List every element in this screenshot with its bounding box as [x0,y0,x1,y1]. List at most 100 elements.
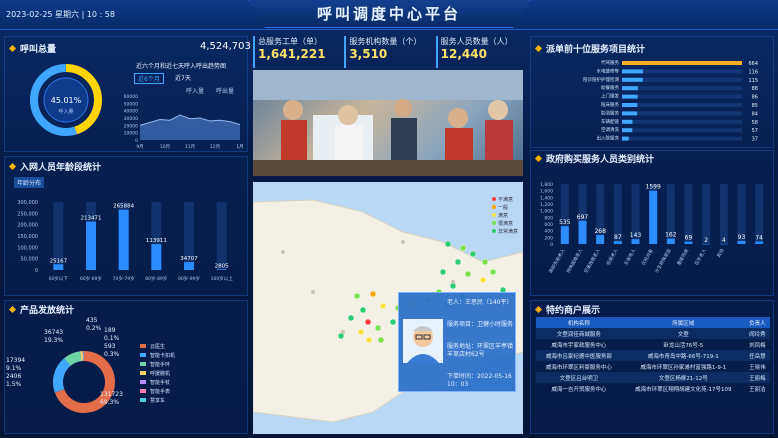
popup-address: 服务地址：环翠区羊亭镇羊草店村62号 [447,343,514,358]
table-cell: 威海市环翠区利豪服务中心 [545,364,612,371]
gov-ytick: 1,600 [540,189,553,195]
map-order-marker [449,282,457,290]
trend-xtick: 12月 [210,144,220,150]
age-ytick: 300,000 [17,200,38,206]
map-legend-dot [492,221,496,225]
gov-xtick: 高龄失能老人 [547,247,567,274]
pie-annotation: 17394 [6,357,25,364]
service-bar-bg [622,103,742,107]
map-order-marker [353,292,361,300]
gov-xtick: 空巢独居老人 [582,247,602,274]
table-row[interactable]: 威海市环翠区利豪服务中心 威海市环翠区孙家滩村富强路1-9-1 王晓伟 [536,361,770,372]
map-legend-item[interactable]: 不满意 [492,196,518,204]
gov-bar-label: 74 [755,235,763,242]
age-bar [216,269,227,270]
pie-legend-swatch [140,371,146,375]
service-bar-bg [622,128,742,133]
call-total-title: 呼叫总量 [10,42,56,55]
age-ytick: 50,000 [21,257,39,263]
map-legend-item[interactable]: 一般 [492,204,518,212]
age-ytick: 0 [35,268,38,274]
gov-bar [755,241,764,244]
product-pie: 3674319.3% 4350.2% 1890.1%5930.3% 173949.1%… [6,317,175,413]
table-cell: 威海一吉开贸服务中心 [551,386,607,393]
gov-xtick: 低保老人 [605,247,620,267]
gov-bar-label: 1599 [646,184,661,191]
service-value: 88 [752,86,758,92]
service-label: 出入院服务 [597,135,620,142]
pie-legend-label: 智能卡扣机 [150,352,175,359]
pie-legend-label: 呼援腕机 [150,370,170,377]
service-bar [622,69,643,74]
tab-seven-days[interactable]: 近7天 [172,73,194,82]
service-label: 车辆配速 [601,118,619,125]
map-order-marker [439,268,447,276]
gov-bar-label: 87 [614,234,622,241]
gov-bar-label: 93 [738,234,746,241]
pie-legend-swatch [140,362,146,366]
map-legend-item[interactable]: 满意 [492,212,518,220]
gov-ytick: 800 [544,215,553,221]
table-header-cell: 机构名称 [536,317,622,328]
pie-slice [64,351,82,367]
map-legend-label: 满意 [498,213,509,219]
age-tab[interactable]: 年龄分布 [14,177,45,188]
merchants-table: 机构名称 所属区域 负责人 文登润佳商城服务 文登 阎玲秀 威海市宇家政服务中心 卧龙山活76… [536,317,770,394]
merchants-table-wrap: 机构名称 所属区域 负责人 文登润佳商城服务 文登 阎玲秀 威海市宇家政服务中心 卧龙山活76… [536,317,770,394]
gov-bar [737,240,746,244]
table-cell: 文登 [621,328,745,339]
map-order-marker [377,336,385,344]
call-gauge-percent: 45.01% [50,96,82,105]
gov-ytick: 200 [544,235,553,241]
service-value: 115 [748,78,758,84]
table-row[interactable]: 威海一吉开贸服务中心 威海市环翠区翔翔胡建文化苑-17号109 王丽洁 [536,383,770,394]
age-xtick: 90岁-99岁 [178,275,200,282]
map-legend-dot [492,229,496,233]
table-row[interactable]: 文登润佳商城服务 文登 阎玲秀 [536,328,770,339]
age-bar [118,209,129,270]
map-legend-item[interactable]: 很满意 [492,220,518,228]
table-cell: 任岳慧 [744,350,770,361]
gov-bar-label: 268 [594,228,606,235]
gov-xtick: 重度残疾 [675,247,690,267]
order-popup[interactable]: 老人：王思民（140平） 服务项目：卫健小时服务 服务地址：环翠区羊亭镇羊草店村… [398,292,516,392]
table-row[interactable]: 威海市宇家政服务中心 卧龙山活76号-5 刘凤梅 [536,339,770,350]
table-cell: 王丽梅 [744,372,770,383]
service-label: 陪床服务 [601,101,619,108]
trend-ytick: 60000 [124,94,138,100]
table-cell: 威海市环翠区翔翔胡建文化苑-17号109 [635,386,732,393]
trend-ytick: 20000 [124,123,138,129]
service-bar [622,94,638,99]
trend-ytick: 30000 [124,116,138,122]
gov-ytick: 1,800 [540,182,553,188]
pie-annotation: 2406 [6,373,21,380]
pie-annotation: 1.5% [6,381,22,388]
map-order-marker [479,276,487,284]
pie-annotation: 69.3% [100,399,119,406]
trend-xtick: 9月 [136,144,143,150]
age-bar-label: 213471 [81,216,102,222]
map-legend-label: 一般 [498,205,509,211]
pie-annotation: 9.1% [6,365,22,372]
map-order-marker [369,290,377,298]
map-order-marker [464,270,472,278]
map-legend-item[interactable]: 非常满意 [492,228,518,236]
gov-xtick: 特殊困难老人 [565,247,585,274]
table-row[interactable]: 文登区吕台明卫 文登区杨柳21-12号 王丽梅 [536,372,770,383]
age-bar-label: 34707 [180,256,198,262]
tab-six-months[interactable]: 近6个月 [134,73,164,84]
service-value: 86 [752,95,758,101]
age-bar [184,262,194,270]
age-bar-label: 2805 [215,263,229,269]
kpi-value: 3,510 [349,47,388,61]
gov-xtick: 五保老人 [622,247,637,267]
trend-ytick: 0 [135,138,138,144]
popup-time: 下单时间：2022-05-16 10：03 [447,373,512,388]
age-ytick: 250,000 [17,211,38,217]
kpi-staff: 服务人员数量（人） 12,440 [435,36,523,68]
page-title: 呼叫调度中心平台 [316,5,461,23]
pie-legend-label: 云医生 [150,343,165,350]
table-row[interactable]: 威海市吕家纪德中医服务部 威海市青岛中路-66号-719-1 任岳慧 [536,350,770,361]
table-header-row: 机构名称 所属区域 负责人 [536,317,770,328]
popup-item: 服务项目：卫健小时服务 [447,321,514,328]
